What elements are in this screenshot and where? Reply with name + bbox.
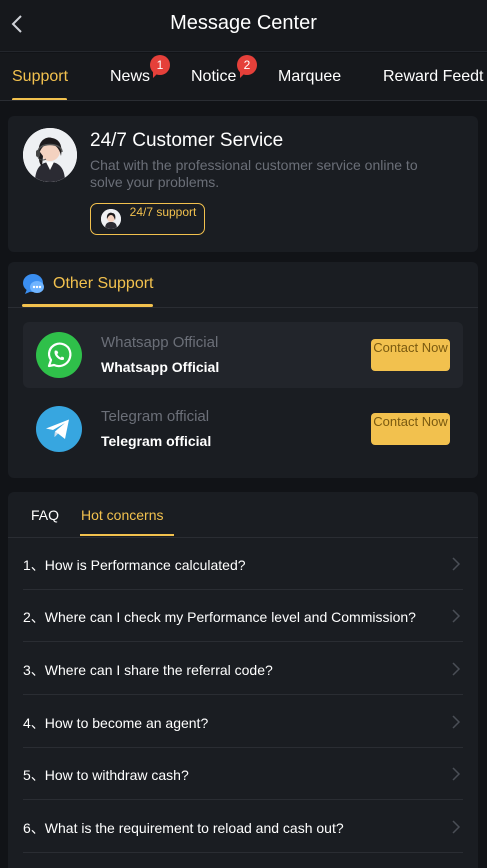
unread-badge: 2 [237, 55, 257, 78]
faq-question: 3、Where can I share the referral code? [23, 662, 273, 678]
tab-news[interactable]: News 1 [110, 55, 170, 86]
customer-service-card: 24/7 Customer Service Chat with the prof… [8, 116, 478, 252]
other-support-card: Other Support Whatsapp Official Whatsapp… [8, 262, 478, 478]
chevron-right-icon [452, 715, 461, 729]
unread-badge: 1 [150, 55, 170, 78]
tab-faq[interactable]: FAQ [31, 507, 59, 523]
agent-avatar-icon [101, 209, 121, 229]
contact-subname: Whatsapp Official [101, 359, 220, 375]
tab-support[interactable]: Support [12, 68, 68, 86]
divider [8, 307, 478, 308]
customer-service-title: 24/7 Customer Service [90, 130, 284, 151]
active-faq-tab-indicator [80, 534, 174, 536]
tab-reward-feedback[interactable]: Reward Feedt [383, 68, 484, 86]
faq-question: 6、What is the requirement to reload and … [23, 820, 344, 836]
faq-item[interactable]: 5、How to withdraw cash? [23, 748, 463, 800]
contact-whatsapp[interactable]: Whatsapp Official Whatsapp Official Cont… [23, 322, 463, 388]
customer-service-description: Chat with the professional customer serv… [90, 157, 418, 190]
contact-now-button[interactable]: Contact Now [371, 339, 450, 371]
faq-question: 5、How to withdraw cash? [23, 767, 189, 783]
agent-avatar [23, 128, 77, 182]
other-support-title: Other Support [53, 275, 154, 292]
tab-hot-concerns[interactable]: Hot concerns [81, 507, 163, 523]
page-title: Message Center [170, 12, 317, 34]
chat-bubble-icon [23, 274, 44, 294]
faq-item[interactable]: 2、Where can I check my Performance level… [23, 590, 463, 642]
support-button-label: 24/7 support [129, 205, 197, 219]
faq-item[interactable]: 1、How is Performance calculated? [23, 538, 463, 590]
faq-question: 2、Where can I check my Performance level… [23, 609, 416, 625]
faq-question: 1、How is Performance calculated? [23, 557, 246, 573]
whatsapp-icon [36, 332, 82, 378]
telegram-icon [36, 406, 82, 452]
message-tabs: Support News 1 Notice 2 Marquee Reward F… [0, 53, 487, 101]
faq-item[interactable]: 6、What is the requirement to reload and … [23, 801, 463, 853]
contact-name: Telegram official [101, 408, 210, 425]
active-tab-indicator [12, 98, 67, 100]
contact-subname: Telegram official [101, 433, 212, 449]
tab-marquee[interactable]: Marquee [278, 68, 341, 86]
contact-now-button[interactable]: Contact Now [371, 413, 450, 445]
chevron-right-icon [452, 609, 461, 623]
faq-question: 4、How to become an agent? [23, 715, 209, 731]
contact-telegram[interactable]: Telegram official Telegram official Cont… [23, 396, 463, 462]
chevron-right-icon [452, 662, 461, 676]
faq-card: FAQ Hot concerns 1、How is Performance ca… [8, 492, 478, 868]
chevron-right-icon [452, 557, 461, 571]
faq-item[interactable]: 3、Where can I share the referral code? [23, 643, 463, 695]
chevron-right-icon [452, 820, 461, 834]
faq-item[interactable]: 4、How to become an agent? [23, 696, 463, 748]
support-chat-button[interactable]: 24/7 support [90, 203, 205, 235]
header: Message Center [0, 0, 487, 52]
chevron-right-icon [452, 767, 461, 781]
contact-name: Whatsapp Official [101, 334, 219, 351]
tab-notice[interactable]: Notice 2 [191, 55, 257, 86]
